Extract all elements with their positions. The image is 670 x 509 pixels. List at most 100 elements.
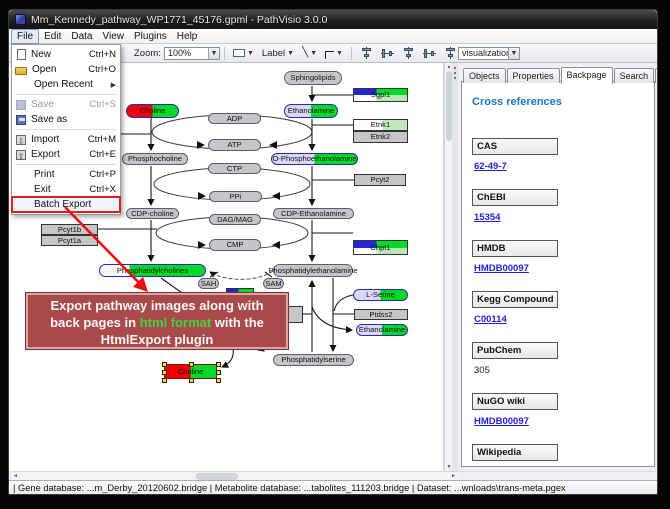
node-choline[interactable]: Choline [164,364,217,379]
tab-legend[interactable]: Legend [655,68,658,83]
menu-item-save[interactable]: SaveCtrl+S [12,97,120,112]
menu-bar: FileEditDataViewPluginsHelp [9,29,657,44]
node-cdp-ethanolamine[interactable]: CDP-Ethanolamine [273,208,354,219]
align-center-vertical-button[interactable] [378,46,397,61]
node-etnk1[interactable]: Etnk1 [353,119,408,131]
chevron-down-icon[interactable]: ▼ [208,48,219,59]
menu-item-import[interactable]: ImportCtrl+M [12,132,120,147]
chevron-down-icon[interactable]: ▼ [287,50,294,57]
node-label: PPi [230,193,242,201]
crossref-link[interactable]: C00114 [474,314,507,325]
line-icon: ╲ [302,48,308,58]
stack-vertical-button[interactable] [399,46,418,61]
menu-item-exit[interactable]: ExitCtrl+X [12,182,120,197]
new-datanode-button[interactable]: ▼ [230,46,257,61]
import-icon [16,135,26,145]
tab-backpage[interactable]: Backpage [561,67,613,84]
node-pcyt1b[interactable]: Pcyt1b [41,224,98,235]
visualization-combo[interactable]: visualization ▼ [458,47,520,60]
menu-item-print[interactable]: PrintCtrl+P [12,167,120,182]
menubar-item-plugins[interactable]: Plugins [129,30,172,43]
node-sphingolipids[interactable]: Sphingolipids [284,71,342,85]
menu-separator [15,129,117,130]
menubar-item-file[interactable]: File [11,29,39,44]
menu-item-new[interactable]: NewCtrl+N [12,47,120,62]
selection-handle[interactable] [162,370,167,375]
node-cmp[interactable]: CMP [209,239,261,251]
splitter-handle[interactable] [454,67,456,81]
canvas-vertical-scrollbar[interactable]: ▲ ▼ [444,63,452,471]
node-cdp-choline[interactable]: CDP-choline [126,208,179,219]
chevron-down-icon[interactable]: ▼ [508,48,519,59]
node-label: Sgpl1 [371,91,390,99]
selection-handle[interactable] [189,378,194,383]
node-phosphocholine[interactable]: Phosphocholine [122,153,188,165]
zoom-combo[interactable]: 100% ▼ [164,47,220,60]
node-phosphatidylserine[interactable]: Phosphatidylserine [273,354,354,366]
node-ctp[interactable]: CTP [208,163,261,174]
menu-item-batch-export[interactable]: Batch Export [12,197,120,212]
zoom-value: 100% [165,48,208,58]
selection-handle[interactable] [162,362,167,367]
node-chpt1[interactable]: Chpt1 [353,240,408,255]
stack-horizontal-button[interactable] [420,46,439,61]
node-atp[interactable]: ATP [208,139,261,151]
menu-item-label: Open [32,64,80,75]
node-phosphatidylethanolamine[interactable]: Phosphatidylethanolamine [273,264,353,277]
crossref-link[interactable]: HMDB00097 [474,416,529,427]
selection-handle[interactable] [162,378,167,383]
node-adp[interactable]: ADP [208,113,261,124]
chevron-down-icon[interactable]: ▼ [247,50,254,57]
crossref-link[interactable]: HMDB00097 [474,263,529,274]
node-sgpl1[interactable]: Sgpl1 [353,88,408,102]
menubar-item-help[interactable]: Help [172,30,203,43]
node-label: Phosphatidylcholines [117,267,188,275]
node-l-serine[interactable]: L-Serine [353,289,408,301]
align-center-horizontal-button[interactable] [357,46,376,61]
tab-search[interactable]: Search [614,68,655,83]
node-pcyt1a[interactable]: Pcyt1a [41,235,98,246]
node-ethanolamine[interactable]: Ethanolamine [356,324,408,336]
scrollbar-thumb[interactable] [196,473,238,480]
menu-item-save-as[interactable]: Save as [12,112,120,127]
new-line-button[interactable]: ╲▼ [299,46,320,61]
crossref-link[interactable]: 15354 [474,212,500,223]
save-as-icon [16,115,26,125]
menu-item-label: Import [31,134,80,145]
crossref-link[interactable]: 62-49-7 [474,161,507,172]
node-phosphatidylcholines[interactable]: Phosphatidylcholines [99,264,206,277]
selection-handle[interactable] [216,378,221,383]
node-pcyt2[interactable]: Pcyt2 [354,174,406,186]
selection-handle[interactable] [216,362,221,367]
menubar-item-view[interactable]: View [97,30,129,43]
chevron-down-icon[interactable]: ▼ [310,50,317,57]
panel-horizontal-scrollbar[interactable] [458,471,658,480]
menu-item-open-recent[interactable]: Open Recent▶ [12,77,120,92]
tab-properties[interactable]: Properties [507,68,560,83]
canvas-horizontal-scrollbar[interactable]: ◄ ► [11,471,458,480]
menu-item-open[interactable]: OpenCtrl+O [12,62,120,77]
node-ptdss2[interactable]: Ptdss2 [354,309,408,320]
new-connector-button[interactable]: ▼ [322,46,346,61]
selection-handle[interactable] [216,370,221,375]
tab-objects[interactable]: Objects [463,68,506,83]
node-sam[interactable]: SAM [263,278,284,289]
node-etnk2[interactable]: Etnk2 [353,131,408,143]
node-o-phosphoethanolamine[interactable]: O-Phosphoethanolamine [271,153,358,165]
menu-shortcut: Ctrl+S [89,99,116,110]
node-dag-mag[interactable]: DAG/MAG [209,214,261,225]
node-label: Etnk1 [371,121,390,129]
menubar-item-edit[interactable]: Edit [39,30,66,43]
node-ppi[interactable]: PPi [209,191,262,202]
menubar-item-data[interactable]: Data [66,30,97,43]
chevron-down-icon[interactable]: ▼ [336,50,343,57]
new-label-button[interactable]: Label▼ [259,46,297,61]
menu-item-label: Print [34,169,81,180]
node-ethanolamine[interactable]: Ethanolamine [284,104,338,118]
crossref-value: 62-49-7 [474,161,654,172]
selection-handle[interactable] [189,362,194,367]
node-choline[interactable]: Choline [126,104,179,118]
menu-item-export[interactable]: ExportCtrl+E [12,147,120,162]
node-sah[interactable]: SAH [198,278,219,289]
blank-icon [15,199,29,210]
